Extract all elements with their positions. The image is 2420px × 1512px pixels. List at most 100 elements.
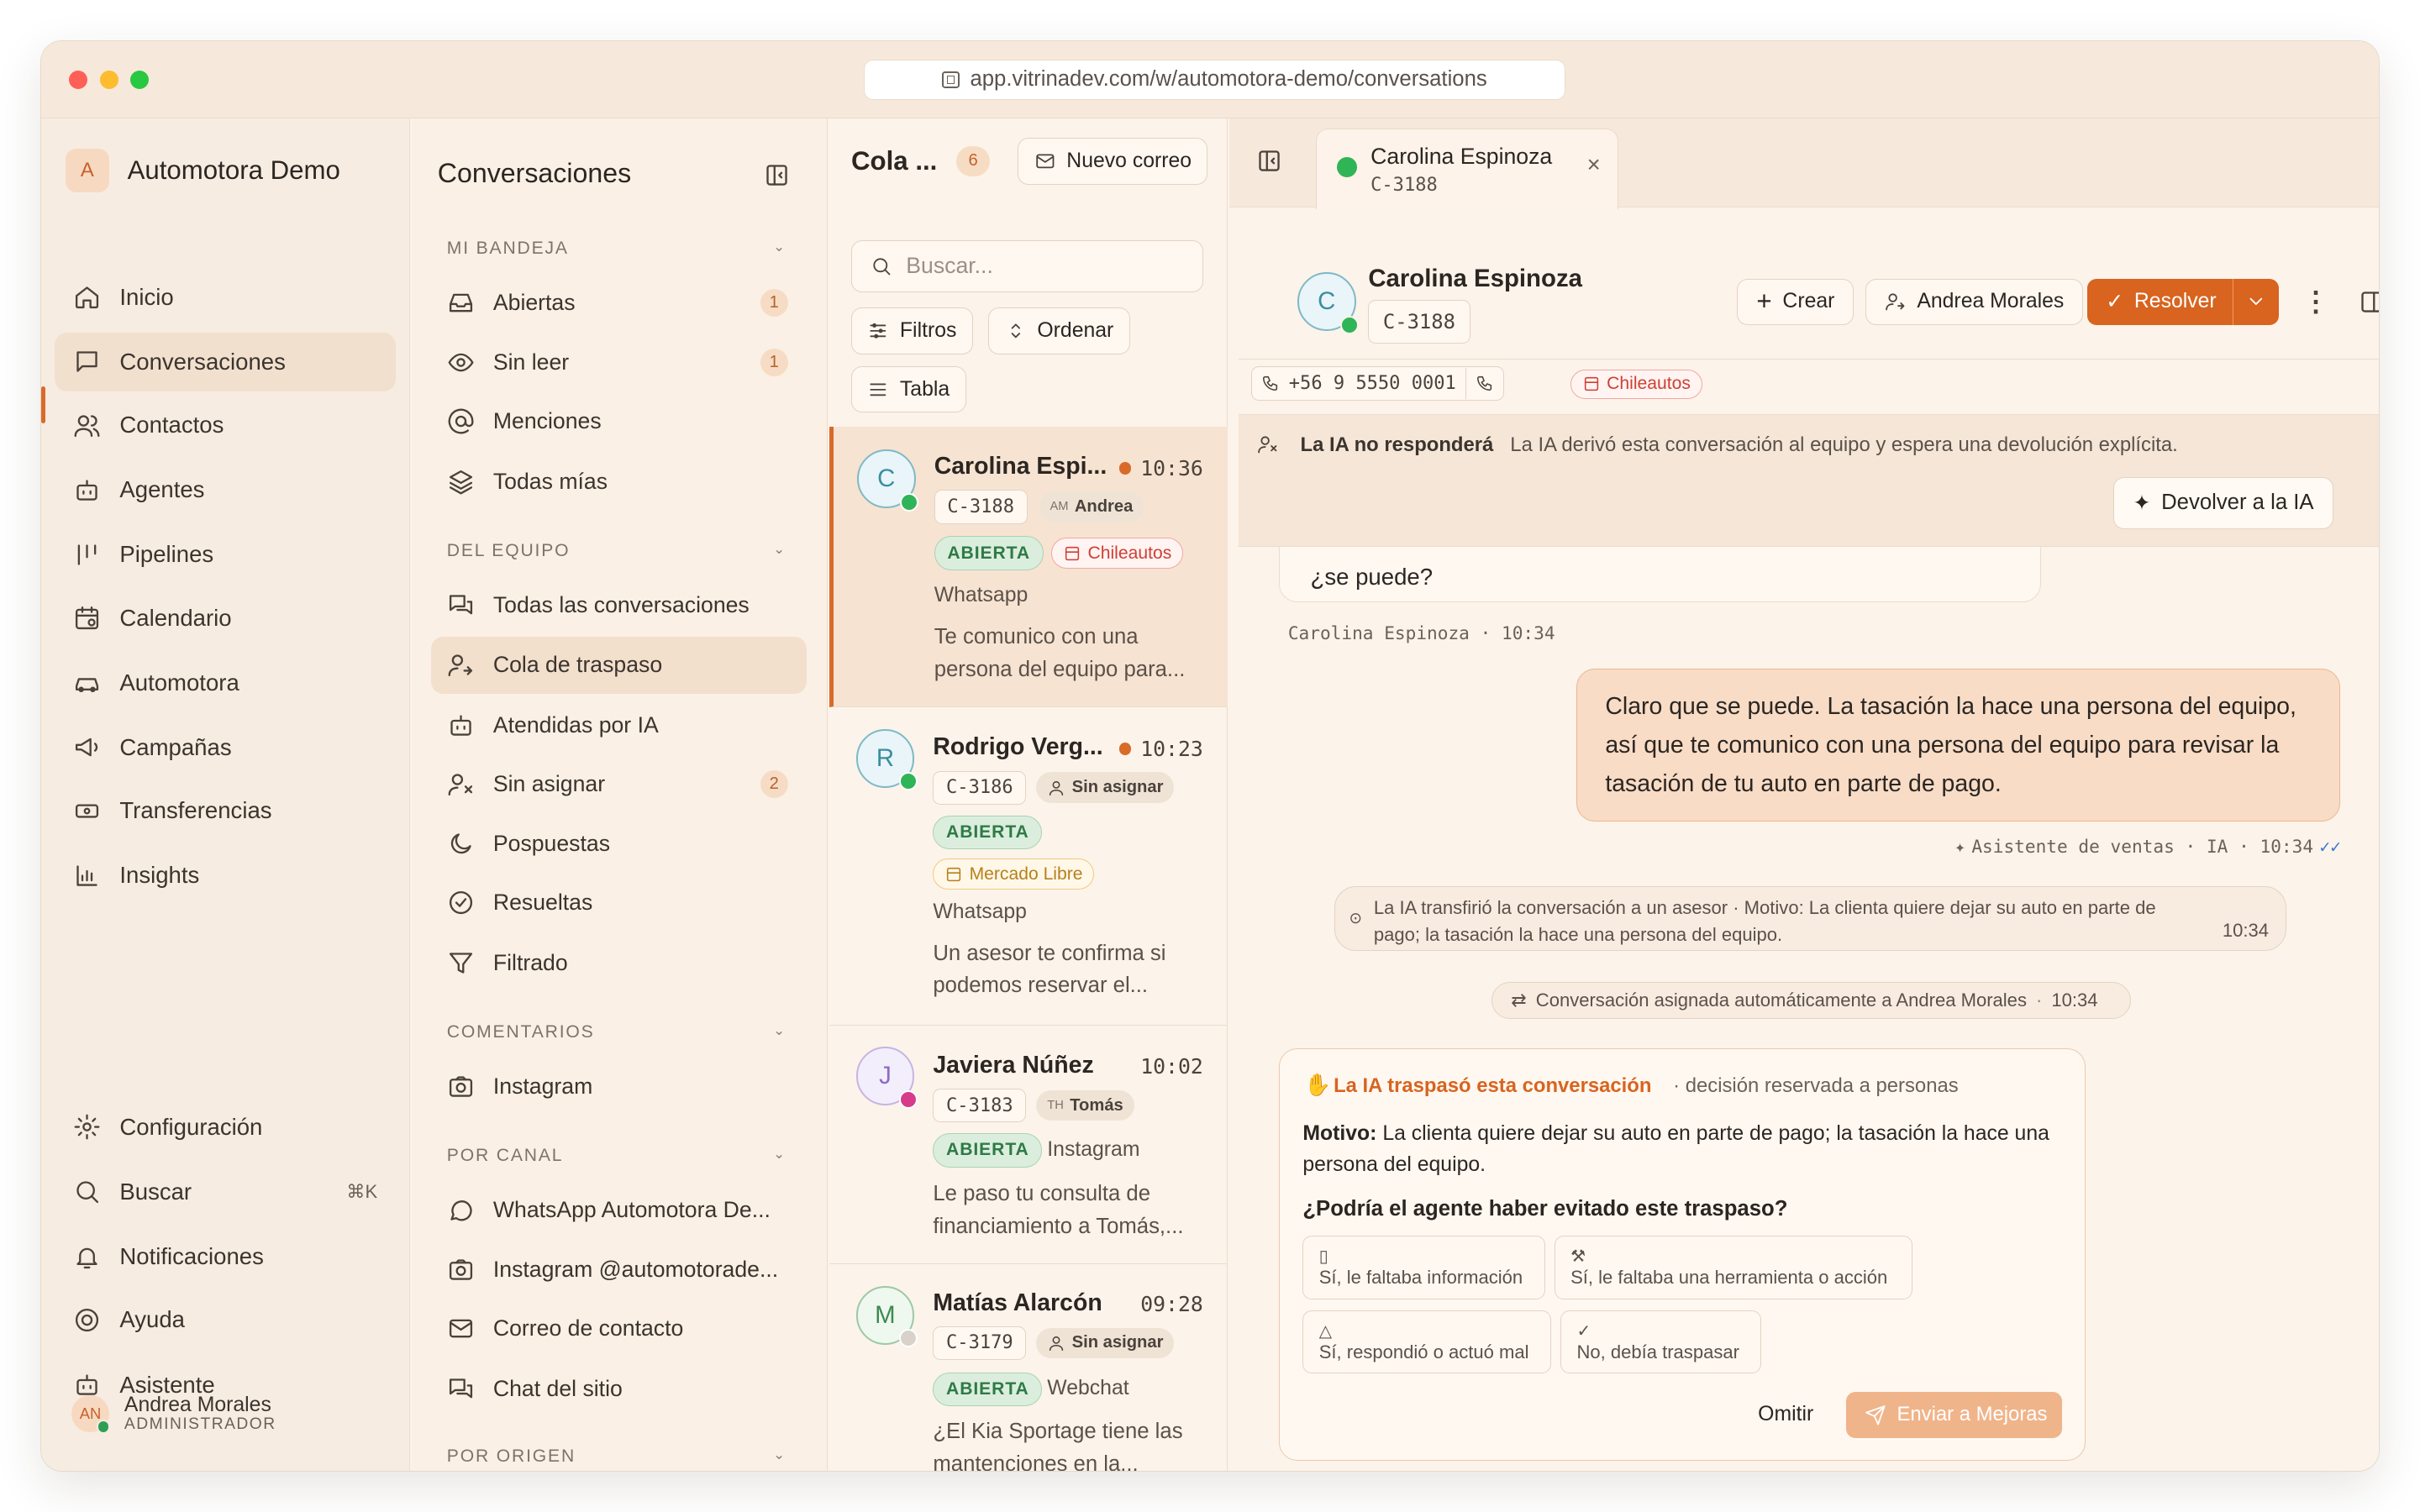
search-icon: [76, 1181, 99, 1204]
option-missing-tool[interactable]: ⚒ Sí, le faltaba una herramienta o acción: [1554, 1236, 1912, 1299]
nav-label: Campañas: [119, 733, 232, 760]
view-sin-asignar[interactable]: Sin asignar 2: [431, 755, 806, 812]
source-badge: Chileautos: [1570, 369, 1702, 399]
view-atendidas-ia[interactable]: Atendidas por IA: [431, 696, 806, 753]
channel-instagram[interactable]: Instagram @automotorade...: [431, 1242, 806, 1299]
zoom-window-button[interactable]: [130, 70, 150, 89]
conversation-row[interactable]: C Carolina Espi... 10:36 C-3188 AM Andrea…: [829, 426, 1228, 708]
last-message-time: 10:23: [1118, 737, 1203, 761]
unread-dot: [1118, 461, 1132, 475]
event-text: La IA transfirió la conversación a un as…: [1373, 897, 2156, 945]
resolve-button[interactable]: ✓ Resolver: [2087, 278, 2279, 325]
view-resueltas[interactable]: Resueltas: [431, 874, 806, 932]
close-icon[interactable]: ×: [1587, 151, 1601, 178]
conversation-tab[interactable]: Carolina Espinoza C-3188 ×: [1315, 129, 1618, 209]
view-sin-leer[interactable]: Sin leer 1: [431, 334, 806, 391]
view-label: WhatsApp Automotora De...: [492, 1196, 771, 1222]
call-icon[interactable]: [1476, 374, 1494, 392]
assignee-initials: AM: [1050, 500, 1069, 514]
minimize-window-button[interactable]: [99, 70, 118, 89]
address-bar[interactable]: app.vitrinadev.com/w/automotora-demo/con…: [863, 59, 1566, 100]
view-label: Atendidas por IA: [492, 711, 659, 738]
nav-calendario[interactable]: Calendario: [55, 589, 396, 648]
close-window-button[interactable]: [68, 70, 87, 89]
option-label: Sí, le faltaba una herramienta o acción: [1570, 1267, 1888, 1289]
user-profile[interactable]: AN Andrea Morales ADMINISTRADOR: [71, 1394, 276, 1435]
conversation-views-panel: Conversaciones MI BANDEJA ⌄ Abiertas 1 Sin…: [411, 118, 829, 1472]
section-por-origen[interactable]: POR ORIGEN ⌄: [447, 1446, 786, 1467]
assignee-name: Tomás: [1070, 1095, 1123, 1115]
send-to-improvements-button[interactable]: Enviar a Mejoras: [1845, 1391, 2063, 1438]
sort-button[interactable]: Ordenar: [988, 307, 1130, 354]
channel-label: Webchat: [1047, 1377, 1129, 1400]
new-mail-button[interactable]: Nuevo correo: [1018, 138, 1208, 185]
whatsapp-icon: [900, 492, 919, 512]
nav-ayuda[interactable]: Ayuda: [55, 1290, 396, 1349]
sliders-icon: [870, 323, 886, 339]
view-todas-mias[interactable]: Todas mías: [431, 453, 806, 510]
channel-whatsapp[interactable]: WhatsApp Automotora De...: [431, 1181, 806, 1238]
sparkle-icon: ✦: [2133, 491, 2151, 515]
assignee-chip: TH Tomás: [1036, 1089, 1134, 1121]
nav-automotora[interactable]: Automotora: [55, 654, 396, 712]
view-pospuestas[interactable]: Pospuestas: [431, 816, 806, 873]
view-todas-conversaciones[interactable]: Todas las conversaciones: [431, 576, 806, 633]
phone-field[interactable]: +56 9 5550 0001: [1250, 366, 1504, 401]
avatar: M: [855, 1285, 918, 1348]
workspace-switcher[interactable]: A Automotora Demo: [66, 149, 340, 192]
skip-button[interactable]: Omitir: [1758, 1403, 1813, 1426]
conversation-row[interactable]: R Rodrigo Verg... 10:23 C-3186 Sin asign…: [829, 707, 1228, 1026]
nav-inicio[interactable]: Inicio: [55, 268, 396, 327]
feedback-question: ¿Podría el agente haber evitado este tra…: [1302, 1197, 1788, 1221]
button-label: Devolver a la IA: [2161, 491, 2314, 515]
whatsapp-icon: [898, 772, 918, 791]
view-abiertas[interactable]: Abiertas 1: [431, 274, 806, 331]
shuffle-icon: ⇄: [1511, 990, 1527, 1011]
return-to-ai-button[interactable]: ✦ Devolver a la IA: [2113, 476, 2333, 530]
conversation-row[interactable]: M Matías Alarcón 09:28 C-3179 Sin asigna…: [829, 1264, 1228, 1471]
nav-configuracion[interactable]: Configuración: [55, 1098, 396, 1157]
table-view-button[interactable]: Tabla: [851, 366, 966, 413]
view-menciones[interactable]: Menciones: [431, 393, 806, 450]
view-filtrado[interactable]: Filtrado: [431, 934, 806, 991]
section-comentarios[interactable]: COMENTARIOS ⌄: [447, 1022, 786, 1042]
channel-correo[interactable]: Correo de contacto: [431, 1300, 806, 1357]
section-por-canal[interactable]: POR CANAL ⌄: [447, 1146, 786, 1166]
button-label: Ordenar: [1037, 319, 1114, 343]
nav-buscar[interactable]: Buscar ⌘K: [55, 1163, 396, 1221]
section-label: POR ORIGEN: [446, 1446, 576, 1466]
wrench-icon: ⚒: [1570, 1247, 1586, 1267]
chevron-down-icon[interactable]: [2232, 278, 2279, 325]
sidebar-toggle-icon[interactable]: [2358, 288, 2381, 316]
more-options-icon[interactable]: ⋮: [2302, 285, 2330, 318]
nav-campanas[interactable]: Campañas: [55, 718, 396, 777]
search-input[interactable]: Buscar...: [851, 239, 1203, 293]
option-missing-info[interactable]: ▯ Sí, le faltaba información: [1302, 1236, 1545, 1299]
view-comentarios-instagram[interactable]: Instagram: [431, 1058, 806, 1115]
button-label: Tabla: [899, 377, 950, 401]
nav-insights[interactable]: Insights: [55, 847, 396, 906]
section-del-equipo[interactable]: DEL EQUIPO ⌄: [447, 541, 786, 561]
option-should-transfer[interactable]: ✓ No, debía traspasar: [1560, 1310, 1761, 1373]
nav-notificaciones[interactable]: Notificaciones: [55, 1227, 396, 1286]
nav-contactos[interactable]: Contactos: [55, 396, 396, 454]
channel-chat-sitio[interactable]: Chat del sitio: [431, 1360, 806, 1417]
assignee-chip: AM Andrea: [1039, 491, 1144, 522]
collapse-panel-icon[interactable]: [763, 161, 791, 189]
collapse-list-icon[interactable]: [1255, 147, 1283, 175]
view-cola-de-traspaso[interactable]: Cola de traspaso: [431, 636, 807, 694]
filters-button[interactable]: Filtros: [851, 307, 973, 354]
check-icon: ✓: [2106, 291, 2124, 314]
nav-transferencias[interactable]: Transferencias: [55, 781, 396, 840]
option-acted-wrong[interactable]: △ Sí, respondió o actuó mal: [1302, 1310, 1552, 1373]
conversation-row[interactable]: J Javiera Núñez 10:02 C-3183 TH Tomás ABI…: [829, 1026, 1228, 1265]
car-icon: [76, 678, 99, 693]
gear-icon: [74, 1114, 100, 1140]
section-mi-bandeja[interactable]: MI BANDEJA ⌄: [447, 239, 786, 259]
nav-conversaciones[interactable]: Conversaciones: [55, 332, 397, 391]
whatsapp-icon: [1340, 315, 1360, 334]
assignee-button[interactable]: Andrea Morales: [1865, 278, 2084, 325]
create-button[interactable]: + Crear: [1737, 278, 1854, 325]
nav-pipelines[interactable]: Pipelines: [55, 525, 396, 584]
nav-agentes[interactable]: Agentes: [55, 460, 396, 519]
